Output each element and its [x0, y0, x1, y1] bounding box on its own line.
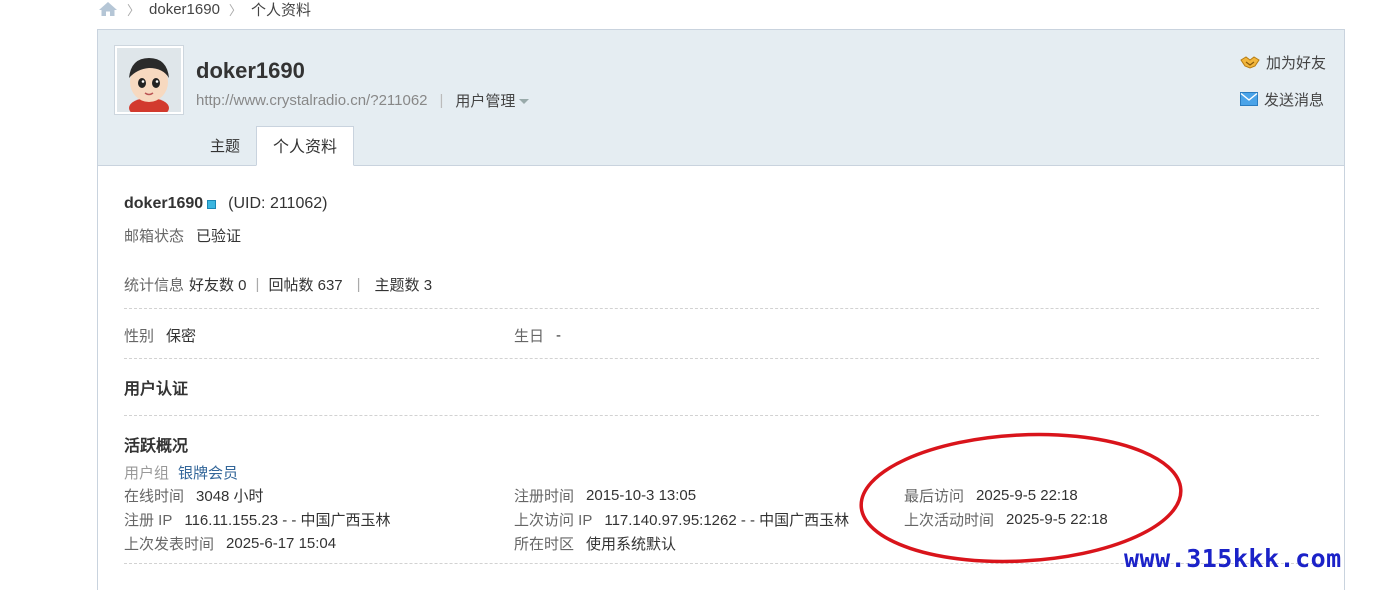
timezone-label: 所在时区	[514, 536, 575, 553]
breadcrumb-separator: 〉	[228, 2, 242, 18]
watermark: www.315kkk.com	[1124, 544, 1342, 573]
last-post-row: 上次发表时间 2025-6-17 15:04	[124, 533, 336, 554]
profile-name: doker1690	[124, 195, 204, 212]
user-manage-menu[interactable]: 用户管理	[455, 90, 515, 111]
auth-section-title: 用户认证	[124, 381, 189, 398]
divider	[124, 358, 1319, 359]
last-post-value: 2025-6-17 15:04	[226, 535, 337, 552]
avatar[interactable]	[114, 45, 184, 118]
timezone-row: 所在时区 使用系统默认	[514, 533, 676, 554]
avatar-image	[117, 48, 181, 118]
group-link[interactable]: 银牌会员	[178, 462, 238, 483]
last-post-label: 上次发表时间	[124, 536, 215, 553]
thread-count-link[interactable]: 主题数 3	[375, 274, 433, 295]
breadcrumb-separator: 〉	[127, 2, 141, 18]
breadcrumb-user[interactable]: doker1690	[149, 1, 220, 18]
reg-time-label: 注册时间	[514, 488, 575, 505]
reg-time-row: 注册时间 2015-10-3 13:05	[514, 485, 696, 506]
envelope-icon	[1239, 92, 1258, 106]
profile-header: doker1690 http://www.crystalradio.cn/?21…	[98, 30, 1344, 166]
divider	[124, 415, 1319, 416]
birthday-row: 生日 -	[514, 325, 561, 346]
reg-ip-row: 注册 IP 116.11.155.23 - - 中国广西玉林	[124, 509, 391, 530]
last-active-row: 上次活动时间 2025-9-5 22:18	[904, 509, 1108, 530]
gender-label: 性别	[124, 328, 155, 345]
group-row: 用户组 银牌会员	[124, 462, 238, 483]
divider: |	[439, 92, 444, 109]
tab-threads[interactable]: 主题	[194, 126, 256, 166]
profile-panel: doker1690 http://www.crystalradio.cn/?21…	[97, 29, 1345, 590]
reply-count-link[interactable]: 回帖数 637	[268, 274, 342, 295]
online-time-label: 在线时间	[124, 488, 185, 505]
reg-time-value: 2015-10-3 13:05	[586, 487, 697, 504]
profile-username: doker1690	[196, 58, 305, 83]
last-visit-label: 最后访问	[904, 488, 965, 505]
breadcrumb: 〉 doker1690 〉 个人资料	[98, 0, 311, 19]
breadcrumb-current: 个人资料	[250, 1, 311, 19]
last-active-label: 上次活动时间	[904, 512, 995, 529]
profile-actions: 加为好友 发送消息	[1239, 50, 1326, 124]
last-ip-label: 上次访问 IP	[514, 512, 593, 529]
add-friend-label: 加为好友	[1265, 54, 1326, 72]
last-ip-value: 117.140.97.95:1262 - - 中国广西玉林	[604, 512, 850, 529]
reg-ip-label: 注册 IP	[124, 512, 173, 529]
tab-profile[interactable]: 个人资料	[256, 126, 355, 166]
profile-url-line: http://www.crystalradio.cn/?211062 | 用户管…	[196, 90, 530, 111]
email-status-row: 邮箱状态 已验证	[124, 225, 241, 246]
profile-tabs: 主题 个人资料	[98, 126, 355, 166]
handshake-icon	[1240, 56, 1260, 69]
last-visit-row: 最后访问 2025-9-5 22:18	[904, 485, 1078, 506]
profile-uid: (UID: 211062)	[228, 195, 328, 212]
email-status-value: 已验证	[196, 228, 242, 245]
birthday-value: -	[556, 327, 562, 344]
stats-row: 统计信息 好友数 0 | 回帖数 637 | 主题数 3	[124, 274, 432, 295]
online-time-row: 在线时间 3048 小时	[124, 485, 264, 506]
friend-count-link[interactable]: 好友数 0	[189, 274, 247, 295]
timezone-value: 使用系统默认	[586, 536, 677, 553]
group-label: 用户组	[124, 465, 170, 482]
chevron-down-icon[interactable]	[519, 99, 530, 104]
last-visit-value: 2025-9-5 22:18	[976, 487, 1078, 504]
home-icon[interactable]	[98, 1, 118, 17]
last-ip-row: 上次访问 IP 117.140.97.95:1262 - - 中国广西玉林	[514, 509, 849, 530]
online-time-value: 3048 小时	[196, 488, 264, 505]
divider: |	[356, 276, 361, 293]
stats-label: 统计信息	[124, 277, 185, 294]
send-message-button[interactable]: 发送消息	[1239, 87, 1326, 111]
reg-ip-value: 116.11.155.23 - - 中国广西玉林	[184, 512, 391, 529]
last-active-value: 2025-9-5 22:18	[1006, 511, 1108, 528]
online-status-icon	[207, 199, 217, 209]
profile-url[interactable]: http://www.crystalradio.cn/?211062	[196, 92, 428, 109]
send-message-label: 发送消息	[1263, 91, 1324, 109]
gender-row: 性别 保密	[124, 325, 196, 346]
birthday-label: 生日	[514, 328, 545, 345]
divider: |	[255, 276, 260, 293]
gender-value: 保密	[166, 328, 197, 345]
profile-name-row: doker1690 (UID: 211062)	[124, 195, 327, 213]
add-friend-button[interactable]: 加为好友	[1240, 50, 1326, 74]
divider	[124, 308, 1319, 309]
activity-section-title: 活跃概况	[124, 438, 189, 455]
email-status-label: 邮箱状态	[124, 228, 185, 245]
